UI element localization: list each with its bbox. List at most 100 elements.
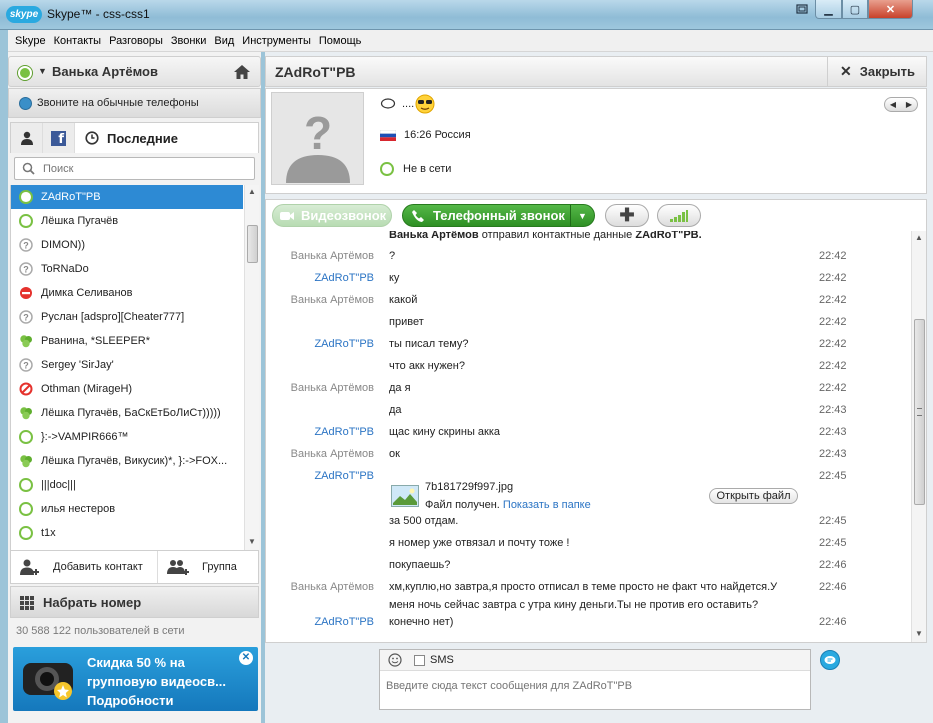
message-input[interactable] (386, 678, 801, 694)
arrow-left-icon[interactable]: ◀ (890, 100, 896, 109)
menu-view[interactable]: Вид (210, 35, 238, 47)
russia-flag-icon (380, 129, 396, 141)
add-people-button[interactable]: ✚ (605, 204, 649, 227)
message-text: ок (389, 448, 400, 460)
contact-list-item[interactable]: Лёшка Пугачёв, БаСкЕтБоЛиСт))))) (11, 401, 243, 425)
menu-tools[interactable]: Инструменты (238, 35, 315, 47)
contact-name: Лёшка Пугачёв, БаСкЕтБоЛиСт))))) (41, 407, 221, 419)
promo-banner[interactable]: Скидка 50 % на групповую видеосв... Подр… (13, 647, 258, 711)
search-input[interactable] (43, 161, 243, 176)
show-in-folder-link[interactable]: Показать в папке (503, 499, 591, 511)
file-received-text: Файл получен. (425, 499, 500, 511)
call-quality-button[interactable] (657, 204, 701, 227)
phone-call-button[interactable]: Телефонный звонок ▼ (402, 204, 595, 227)
add-person-icon (20, 559, 39, 575)
contact-list-item[interactable]: ? DIMON)) (11, 233, 243, 257)
person-icon (20, 131, 33, 145)
file-name[interactable]: 7b181729f997.jpg (425, 481, 513, 493)
menu-help[interactable]: Помощь (315, 35, 366, 47)
menu-contacts[interactable]: Контакты (50, 35, 106, 47)
tab-recent[interactable]: Последние (75, 123, 260, 153)
contact-name: }:->VAMPIR666™ (41, 431, 129, 443)
message-sender[interactable]: ZAdRoT"PB (314, 426, 374, 438)
contact-list-item[interactable]: Димка Селиванов (11, 281, 243, 305)
contact-name: Othman (MirageH) (41, 383, 133, 395)
create-group-button[interactable]: Группа (158, 551, 258, 583)
conversation-scrollbar[interactable]: ▲ ▼ (911, 231, 926, 642)
emoticon-icon[interactable] (388, 653, 402, 667)
contact-list-item[interactable]: |||doc||| (11, 473, 243, 497)
message-sender[interactable]: Ванька Артёмов (291, 581, 374, 593)
contact-list-item[interactable]: ? Руслан [adspro][Cheater777] (11, 305, 243, 329)
message-sender[interactable]: Ванька Артёмов (291, 382, 374, 394)
message-sender[interactable]: ZAdRoT"PB (314, 338, 374, 350)
contact-list-scrollbar[interactable]: ▲ ▼ (244, 185, 259, 550)
dial-number-bar[interactable]: Набрать номер (10, 586, 259, 618)
home-icon[interactable] (233, 63, 251, 81)
search-box[interactable] (14, 157, 255, 180)
tab-contacts[interactable] (11, 123, 43, 153)
message-sender[interactable]: Ванька Артёмов (291, 294, 374, 306)
scroll-down-icon[interactable]: ▼ (248, 537, 256, 546)
profile-name[interactable]: Ванька Артёмов (52, 64, 158, 79)
system-message-text: отправил контактные данные (478, 231, 636, 241)
contact-list-item[interactable]: t1x (11, 521, 243, 545)
menu-skype[interactable]: Skype (11, 35, 50, 47)
close-chat-button[interactable]: ✕ Закрыть (827, 57, 926, 86)
contact-list-item[interactable]: Othman (MirageH) (11, 377, 243, 401)
chevron-down-icon[interactable]: ▼ (570, 205, 594, 226)
online-users-count: 30 588 122 пользователей в сети (16, 625, 185, 637)
contact-list-item[interactable]: }:->VAMPIR666™ (11, 425, 243, 449)
contact-list-item[interactable]: илья нестеров (11, 497, 243, 521)
online-status-icon[interactable] (18, 66, 32, 80)
open-file-button[interactable]: Открыть файл (709, 488, 798, 504)
menu-calls[interactable]: Звонки (167, 35, 211, 47)
restore-icon[interactable] (790, 0, 815, 19)
contact-status-icon (19, 502, 33, 516)
maximize-button[interactable]: ▢ (842, 0, 868, 19)
message-sender[interactable]: ZAdRoT"PB (314, 616, 374, 628)
contact-list-item[interactable]: ZAdRoT"PB (11, 185, 243, 209)
contact-list-item[interactable]: ? Sergey 'SirJay' (11, 353, 243, 377)
scroll-down-icon[interactable]: ▼ (915, 629, 923, 638)
message-sender[interactable]: Ванька Артёмов (291, 250, 374, 262)
profile-bar[interactable]: ▼ Ванька Артёмов (8, 56, 261, 87)
contact-list-item[interactable]: Рванина, *SLEEPER* (11, 329, 243, 353)
send-button[interactable] (820, 650, 840, 670)
message-sender[interactable]: ZAdRoT"PB (314, 470, 374, 482)
call-action-bar: Видеозвонок Телефонный звонок ▼ ✚ (265, 199, 927, 231)
sms-checkbox[interactable] (414, 655, 425, 666)
video-call-button[interactable]: Видеозвонок (272, 204, 392, 227)
contact-list-scroll-thumb[interactable] (247, 225, 258, 263)
minimize-button[interactable]: ▁ (815, 0, 842, 19)
default-avatar-icon: ? (286, 107, 350, 183)
message-sender[interactable]: ZAdRoT"PB (314, 272, 374, 284)
tab-facebook[interactable]: f (43, 123, 75, 153)
contact-list-item[interactable]: Лёшка Пугачёв, Викусик)*, }:->FOX... (11, 449, 243, 473)
scroll-up-icon[interactable]: ▲ (915, 233, 923, 242)
contact-list-item[interactable]: Лёшка Пугачёв (11, 209, 243, 233)
close-window-button[interactable]: ✕ (868, 0, 913, 19)
call-phones-label: Звоните на обычные телефоны (37, 97, 199, 109)
profile-nav-arrows[interactable]: ◀ ▶ (884, 97, 918, 112)
message-sender[interactable]: Ванька Артёмов (291, 448, 374, 460)
close-icon[interactable]: ✕ (239, 651, 253, 665)
contact-list-item[interactable]: ? ToRNaDo (11, 257, 243, 281)
message-time: 22:42 (819, 272, 847, 284)
contact-status-icon (19, 526, 33, 540)
message-text: покупаешь? (389, 559, 451, 571)
contact-status-icon: ? (19, 358, 33, 372)
call-phones-bar[interactable]: Звоните на обычные телефоны (8, 88, 261, 118)
scroll-up-icon[interactable]: ▲ (248, 187, 256, 196)
add-contact-button[interactable]: Добавить контакт (11, 551, 158, 583)
chevron-down-icon[interactable]: ▼ (38, 66, 47, 76)
conversation-scroll-thumb[interactable] (914, 319, 925, 505)
contact-status-icon: ? (19, 262, 33, 276)
message-text: ты писал тему? (389, 338, 469, 350)
avatar[interactable]: ? (271, 92, 364, 185)
contact-name: DIMON)) (41, 239, 85, 251)
search-icon (22, 162, 35, 175)
arrow-right-icon[interactable]: ▶ (906, 100, 912, 109)
menu-conversations[interactable]: Разговоры (105, 35, 167, 47)
promo-details-link[interactable]: Подробности (87, 691, 237, 710)
